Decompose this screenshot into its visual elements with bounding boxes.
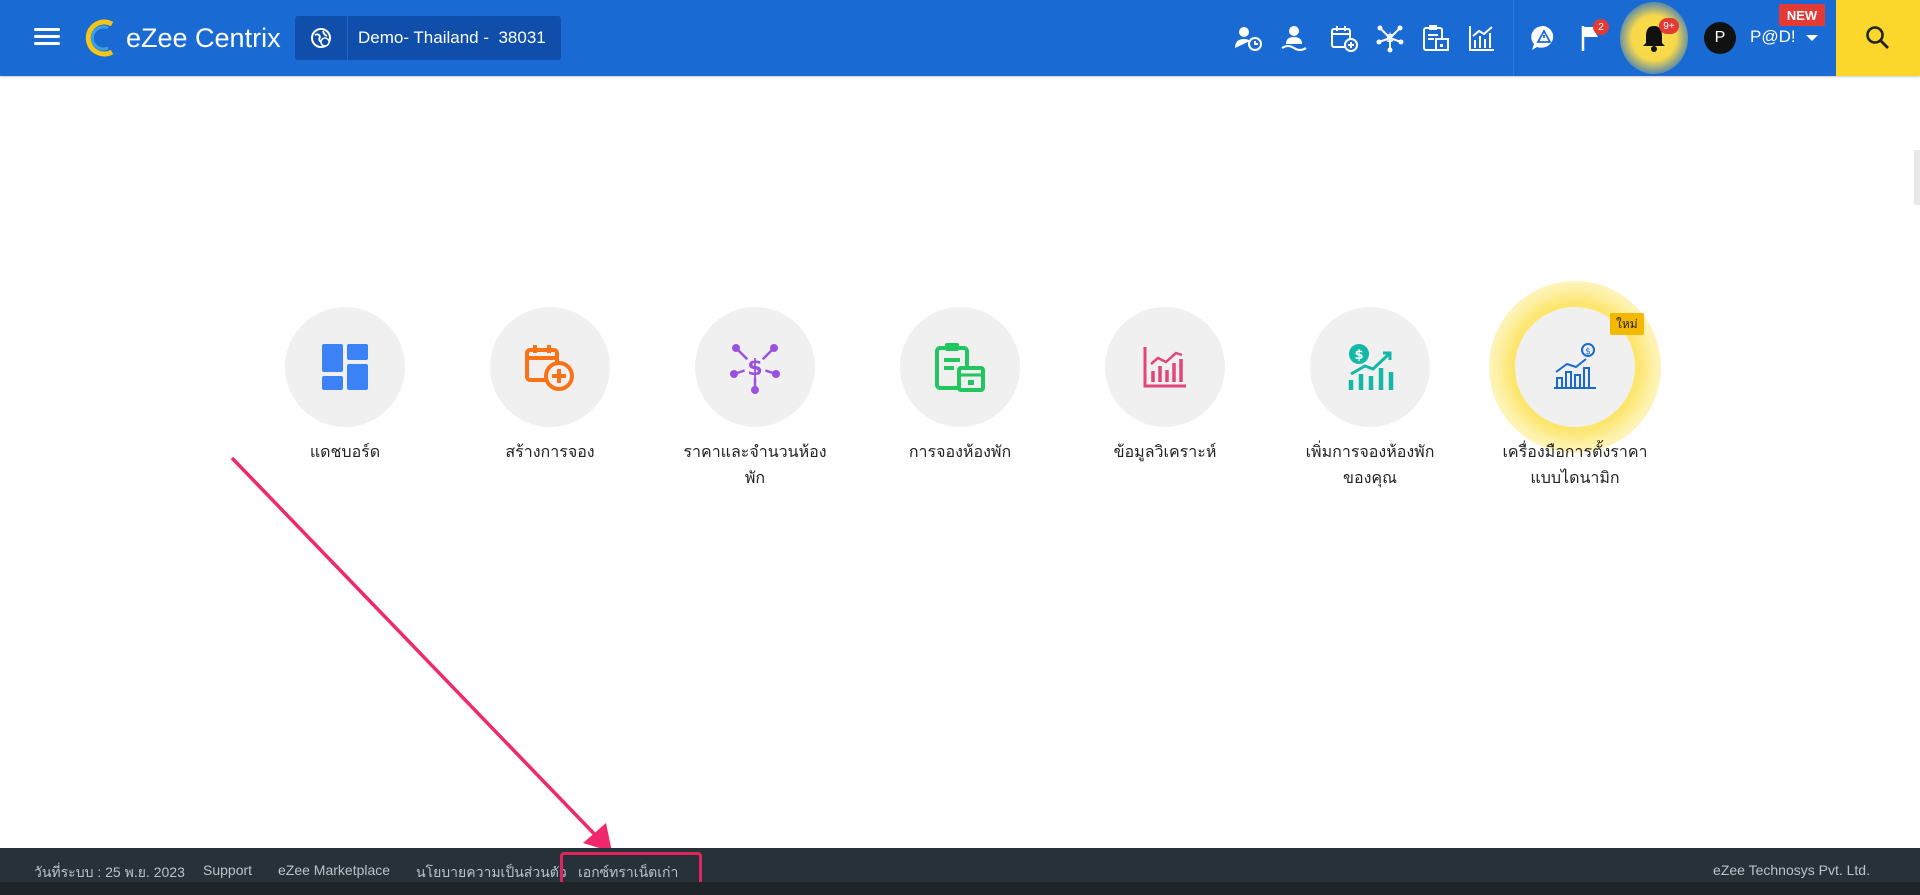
globe-icon <box>295 16 348 60</box>
rate-network-icon[interactable]: $ <box>1374 22 1406 54</box>
module-label: เพิ่มการจองห้องพักของคุณ <box>1305 442 1435 487</box>
system-date: วันที่ระบบ : 25 พ.ย. 2023 <box>34 864 185 880</box>
property-selector[interactable]: Demo- Thailand - 38031 <box>295 16 561 60</box>
user-name[interactable]: P@D! <box>1750 27 1796 47</box>
module-icon-circle <box>900 307 1020 427</box>
module-label: แดชบอร์ด <box>309 442 381 461</box>
clipboard-calendar-icon[interactable] <box>1420 22 1452 54</box>
module-icon-circle <box>1105 307 1225 427</box>
header-divider <box>1513 0 1514 76</box>
boost-revenue-icon: $ <box>1348 344 1394 390</box>
new-tag: ใหม่ <box>1610 313 1644 335</box>
dashboard-icon <box>322 344 368 390</box>
app-name: eZee Centrix <box>126 22 281 53</box>
menu-icon[interactable] <box>34 26 60 48</box>
dynamic-pricing-icon: $ <box>1554 343 1596 389</box>
flag-badge: 2 <box>1593 19 1609 35</box>
module-boost-bookings[interactable]: $ เพิ่มการจองห้องพักของคุณ <box>1275 307 1465 491</box>
bell-badge: 9+ <box>1659 18 1679 34</box>
module-label: สร้างการจอง <box>505 442 595 461</box>
module-icon-circle: $ <box>1310 307 1430 427</box>
rate-network-icon: $ <box>730 344 780 394</box>
svg-text:$: $ <box>1585 347 1591 357</box>
top-navbar: eZee Centrix Demo- Thailand - 38031 $ 2 … <box>0 0 1920 76</box>
scrollbar[interactable] <box>1914 150 1920 205</box>
logo-icon <box>85 19 114 57</box>
clipboard-calendar-icon <box>935 343 985 392</box>
module-icon-circle: $ <box>695 307 815 427</box>
module-icon-circle <box>285 307 405 427</box>
app-logo[interactable]: eZee Centrix <box>82 18 281 58</box>
os-taskbar <box>0 882 1920 895</box>
calendar-add-icon <box>525 345 574 391</box>
chevron-down-icon[interactable] <box>1806 35 1818 41</box>
module-label: การจองห้องพัก <box>908 442 1012 461</box>
footer: วันที่ระบบ : 25 พ.ย. 2023 Support eZee M… <box>0 848 1920 888</box>
module-dashboard[interactable]: แดชบอร์ด <box>250 307 440 465</box>
calendar-add-icon[interactable] <box>1328 22 1360 54</box>
new-badge: NEW <box>1779 4 1825 26</box>
marketplace-link[interactable]: eZee Marketplace <box>278 862 390 878</box>
warning-chat-icon[interactable] <box>1528 22 1560 54</box>
search-button[interactable] <box>1836 0 1920 76</box>
property-name: Demo- Thailand - 38031 <box>358 28 546 47</box>
analytics-icon <box>1143 347 1186 388</box>
module-label: ข้อมูลวิเคราะห์ <box>1113 442 1217 461</box>
module-label: เครื่องมือการตั้งราคาแบบไดนามิก <box>1502 442 1648 487</box>
privacy-link[interactable]: นโยบายความเป็นส่วนตัว <box>416 862 567 884</box>
module-analytics[interactable]: ข้อมูลวิเคราะห์ <box>1070 307 1260 465</box>
svg-text:$: $ <box>747 356 762 381</box>
module-create-booking[interactable]: สร้างการจอง <box>455 307 645 465</box>
module-icon-circle <box>490 307 610 427</box>
avatar[interactable]: P <box>1704 22 1736 54</box>
module-reservations[interactable]: การจองห้องพัก <box>865 307 1055 465</box>
module-label: ราคาและจำนวนห้องพัก <box>683 442 827 487</box>
svg-text:$: $ <box>1354 348 1363 363</box>
chart-icon[interactable] <box>1466 22 1498 54</box>
guest-icon[interactable] <box>1278 22 1310 54</box>
search-icon <box>1866 26 1889 49</box>
company-name: eZee Technosys Pvt. Ltd. <box>1713 862 1870 878</box>
svg-text:$: $ <box>1386 31 1394 45</box>
module-rates-inventory[interactable]: $ ราคาและจำนวนห้องพัก <box>660 307 850 491</box>
support-link[interactable]: Support <box>203 862 252 878</box>
user-clock-icon[interactable] <box>1232 22 1264 54</box>
